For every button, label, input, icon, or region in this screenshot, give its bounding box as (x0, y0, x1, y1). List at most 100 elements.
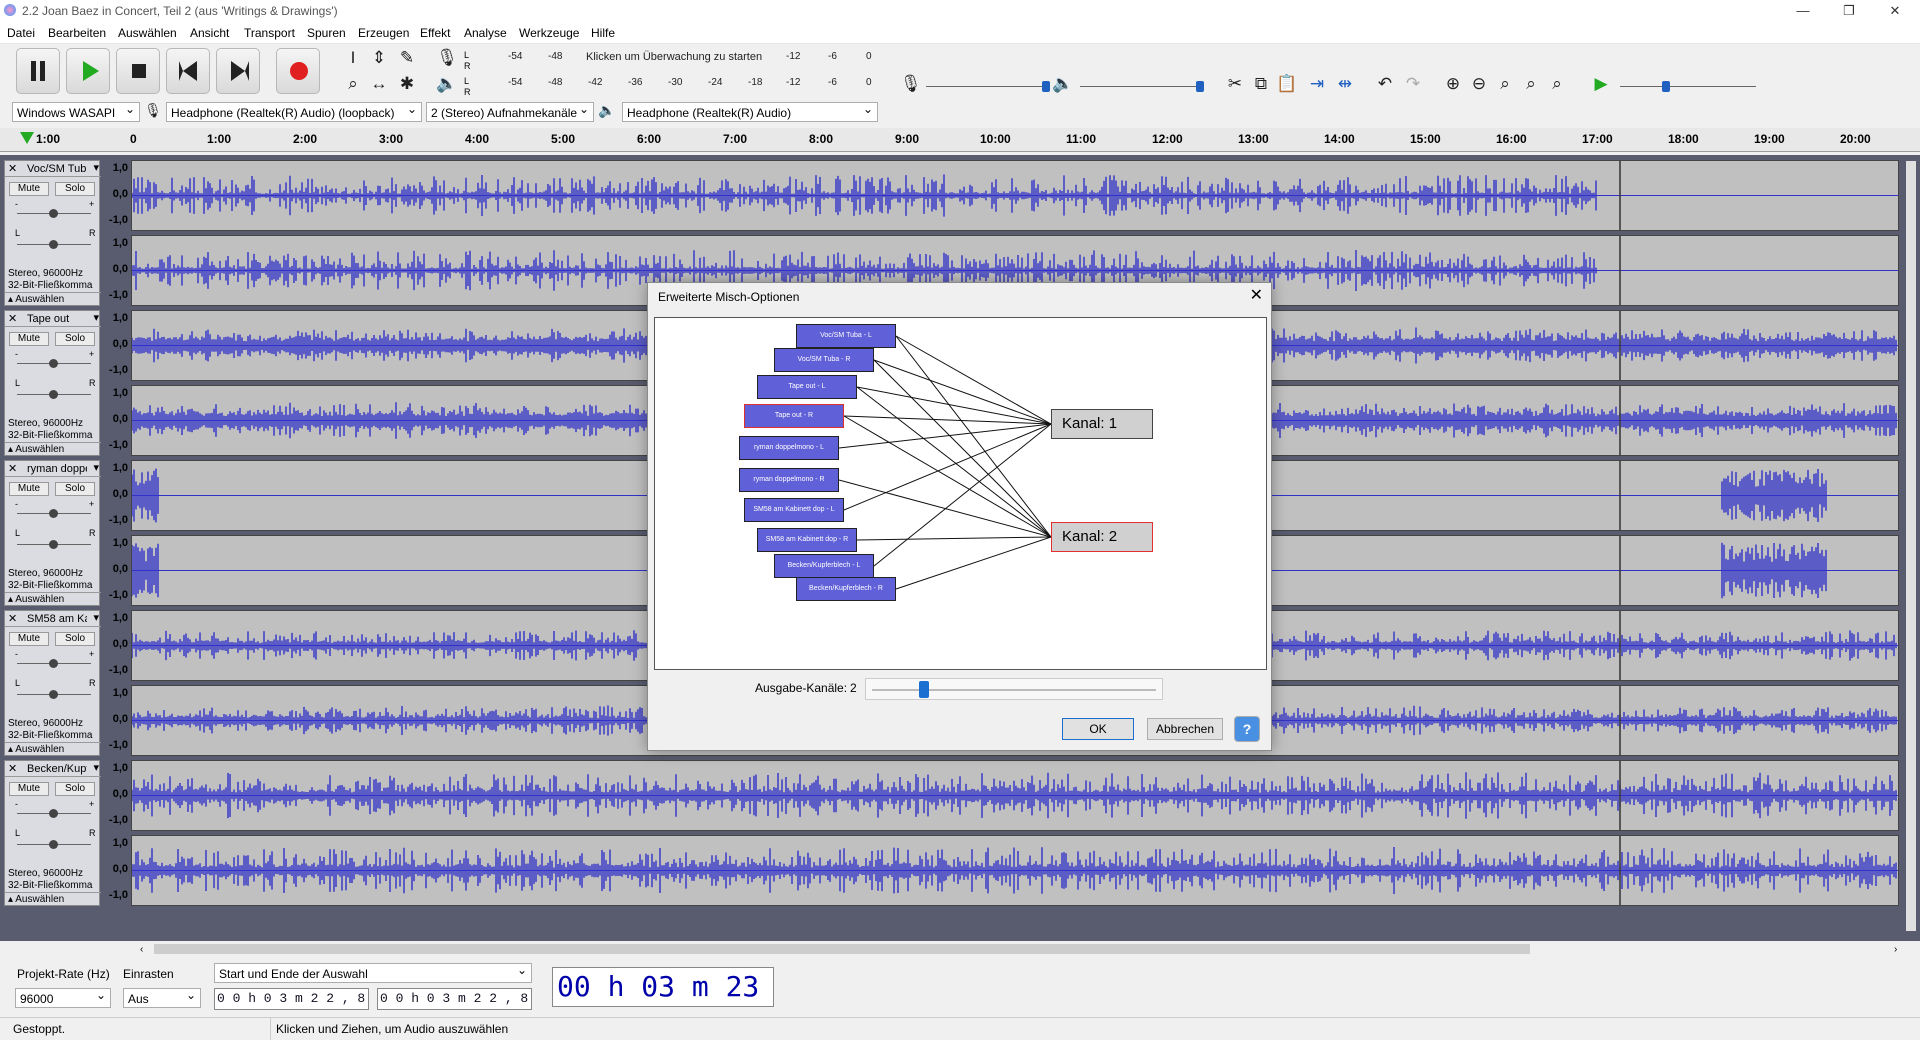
menu-erzeugen[interactable]: Erzeugen (358, 26, 409, 40)
play-button[interactable] (66, 48, 110, 94)
input-channel-box[interactable]: ryman doppelmono - L (739, 436, 839, 460)
mute-button[interactable]: Mute (9, 482, 49, 496)
input-channel-box[interactable]: Tape out - L (757, 375, 857, 399)
collapse-arrow-icon[interactable]: ▴ (8, 894, 13, 905)
fit-selection-icon[interactable]: ⌕ (1494, 74, 1516, 94)
collapse-arrow-icon[interactable]: ▴ (8, 294, 13, 305)
collapse-arrow-icon[interactable]: ▴ (8, 594, 13, 605)
track-close-icon[interactable]: ✕ (8, 762, 17, 775)
scroll-right-icon[interactable]: › (1894, 944, 1897, 955)
project-rate-select[interactable]: 96000 (15, 988, 111, 1008)
play-head-icon[interactable] (20, 132, 34, 144)
selection-mode-select[interactable]: Start und Ende der Auswahl (214, 963, 532, 983)
selection-end-time[interactable]: 0 0 h 0 3 m 2 2 , 8 3 6 s (377, 988, 532, 1010)
record-volume-slider[interactable] (926, 81, 1050, 92)
stop-button[interactable] (116, 48, 160, 94)
input-channel-box[interactable]: Voc/SM Tuba - L (796, 324, 896, 348)
draw-tool-icon[interactable]: ✎ (396, 48, 418, 68)
track-close-icon[interactable]: ✕ (8, 462, 17, 475)
copy-icon[interactable]: ⧉ (1250, 74, 1272, 94)
track-name-bar[interactable]: ✕ Tape out ▾ (5, 311, 101, 327)
close-window-button[interactable]: ✕ (1872, 0, 1918, 23)
track-close-icon[interactable]: ✕ (8, 162, 17, 175)
menu-spuren[interactable]: Spuren (307, 26, 346, 40)
scroll-left-icon[interactable]: ‹ (140, 944, 143, 955)
track-select-button[interactable]: ▴ Auswählen (5, 742, 101, 756)
solo-button[interactable]: Solo (55, 332, 95, 346)
zoom-out-icon[interactable]: ⊖ (1468, 74, 1490, 94)
menu-werkzeuge[interactable]: Werkzeuge (519, 26, 579, 40)
input-channel-box[interactable]: SM58 am Kabinett dop - R (757, 528, 857, 552)
gain-knob[interactable] (49, 359, 58, 368)
track-control-panel[interactable]: ✕ SM58 am Ka ▾ Mute Solo - + L R Stereo, 96000Hz 3… (4, 610, 101, 756)
gain-knob[interactable] (49, 809, 58, 818)
track-menu-chevron-icon[interactable]: ▾ (93, 161, 99, 174)
zoom-tool-icon[interactable]: ⌕ (342, 74, 364, 94)
menu-transport[interactable]: Transport (244, 26, 295, 40)
track-control-panel[interactable]: ✕ Tape out ▾ Mute Solo - + L R Stereo, 96000Hz 32-… (4, 310, 101, 456)
gain-knob[interactable] (49, 509, 58, 518)
audio-host-select[interactable]: Windows WASAPI (12, 102, 140, 122)
playback-meter[interactable]: -54 -48 -42 -36 -30 -24 -18 -12 -6 0 (474, 74, 874, 94)
track-control-panel[interactable]: ✕ ryman doppe ▾ Mute Solo - + L R Stereo, 96000Hz… (4, 460, 101, 606)
pan-knob[interactable] (49, 240, 58, 249)
snap-select[interactable]: Aus (123, 988, 201, 1008)
menu-datei[interactable]: Datei (7, 26, 35, 40)
cancel-button[interactable]: Abbrechen (1147, 718, 1223, 740)
paste-icon[interactable]: 📋 (1276, 74, 1298, 94)
track-select-button[interactable]: ▴ Auswählen (5, 442, 101, 456)
slider-thumb[interactable] (918, 681, 929, 698)
solo-button[interactable]: Solo (55, 632, 95, 646)
track-menu-chevron-icon[interactable]: ▾ (93, 611, 99, 624)
mix-matrix-canvas[interactable]: Voc/SM Tuba - L Voc/SM Tuba - R Tape out -… (654, 317, 1267, 670)
collapse-arrow-icon[interactable]: ▴ (8, 444, 13, 455)
playback-volume-slider[interactable] (1080, 81, 1204, 92)
audio-position-display[interactable]: 00 h 03 m 23 s (552, 967, 774, 1007)
input-channel-box[interactable]: Tape out - R (744, 404, 844, 428)
timeline-ruler[interactable]: 1:00 0 1:00 2:00 3:00 4:00 5:00 6:00 7:0… (0, 128, 1920, 152)
menu-effekt[interactable]: Effekt (420, 26, 450, 40)
trim-icon[interactable]: ⇥ (1306, 74, 1328, 94)
pan-knob[interactable] (49, 540, 58, 549)
menu-bearbeiten[interactable]: Bearbeiten (48, 26, 106, 40)
pan-knob[interactable] (49, 840, 58, 849)
menu-ansicht[interactable]: Ansicht (190, 26, 229, 40)
gain-knob[interactable] (49, 659, 58, 668)
mute-button[interactable]: Mute (9, 632, 49, 646)
redo-icon[interactable]: ↷ (1402, 74, 1424, 94)
track-menu-chevron-icon[interactable]: ▾ (93, 761, 99, 774)
track-name-bar[interactable]: ✕ Voc/SM Tub ▾ (5, 161, 101, 177)
input-channel-box[interactable]: Voc/SM Tuba - R (774, 348, 874, 372)
input-channel-box[interactable]: Becken/Kupferblech - L (774, 554, 874, 578)
multi-tool-icon[interactable]: ✱ (396, 74, 418, 94)
microphone-icon[interactable]: 🎙 (436, 48, 458, 68)
skip-start-button[interactable] (166, 48, 210, 94)
gain-knob[interactable] (49, 209, 58, 218)
track-control-panel[interactable]: ✕ Voc/SM Tub ▾ Mute Solo - + L R Stereo, 96000Hz 3… (4, 160, 101, 306)
track-select-button[interactable]: ▴ Auswählen (5, 592, 101, 606)
input-channel-box[interactable]: ryman doppelmono - R (739, 468, 839, 492)
timeshift-tool-icon[interactable]: ↔ (368, 74, 390, 94)
horizontal-scrollbar[interactable]: ‹ › (0, 941, 1920, 957)
solo-button[interactable]: Solo (55, 782, 95, 796)
track-control-panel[interactable]: ✕ Becken/Kupf ▾ Mute Solo - + L R Stereo, 96000Hz… (4, 760, 101, 906)
selection-start-time[interactable]: 0 0 h 0 3 m 2 2 , 8 3 6 s (214, 988, 369, 1010)
track-menu-chevron-icon[interactable]: ▾ (93, 461, 99, 474)
scroll-thumb[interactable] (154, 944, 1530, 954)
output-channel-box[interactable]: Kanal: 2 (1051, 522, 1153, 552)
track-close-icon[interactable]: ✕ (8, 312, 17, 325)
dialog-close-button[interactable]: ✕ (1250, 285, 1263, 305)
silence-icon[interactable]: ⇹ (1334, 74, 1356, 94)
envelope-tool-icon[interactable]: ⇕ (368, 48, 390, 68)
fit-project-icon[interactable]: ⌕ (1520, 74, 1542, 94)
recording-channels-select[interactable]: 2 (Stereo) Aufnahmekanäle (426, 102, 594, 122)
waveform-channel[interactable] (131, 160, 1899, 231)
ok-button[interactable]: OK (1062, 718, 1134, 740)
mute-button[interactable]: Mute (9, 332, 49, 346)
collapse-arrow-icon[interactable]: ▴ (8, 744, 13, 755)
mute-button[interactable]: Mute (9, 782, 49, 796)
waveform-channel[interactable] (131, 835, 1899, 906)
track-close-icon[interactable]: ✕ (8, 612, 17, 625)
input-channel-box[interactable]: SM58 am Kabinett dop - L (744, 498, 844, 522)
menu-analyse[interactable]: Analyse (464, 26, 507, 40)
